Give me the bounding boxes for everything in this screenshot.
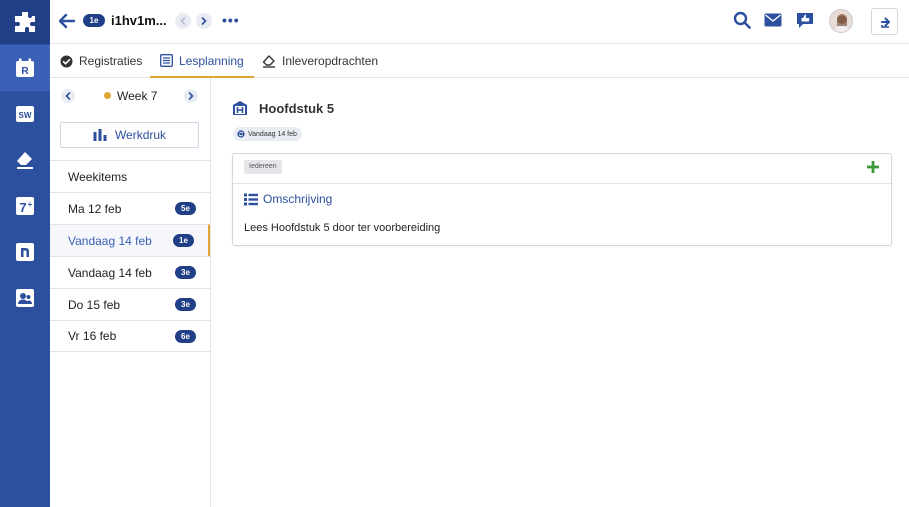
date-pill-label: Vandaag 14 feb [248, 130, 297, 138]
rail-item-studiewijzer[interactable]: SW [0, 91, 50, 137]
list-icon [160, 54, 173, 67]
studiewijzer-icon: SW [16, 106, 34, 122]
homework-h-icon [233, 101, 247, 115]
next-week-button[interactable] [184, 89, 198, 103]
svg-text:SW: SW [19, 111, 32, 120]
rail-item-nieuws[interactable] [0, 229, 50, 275]
add-icon[interactable] [867, 161, 879, 173]
week-label: Week 7 [117, 89, 158, 103]
week-sidebar: Week 7 Werkdruk Weekitems Ma 12 feb 5e V… [50, 78, 211, 507]
class-badge: 1e [173, 234, 194, 247]
current-week-dot [104, 92, 111, 99]
list-item-label: Vandaag 14 feb [68, 265, 152, 280]
werkdruk-button[interactable]: Werkdruk [60, 122, 199, 148]
list-item-label: Do 15 feb [68, 297, 121, 312]
feedback-thumbs-up-icon[interactable] [796, 11, 814, 29]
tab-label: Inleveropdrachten [282, 54, 379, 68]
news-n-icon [16, 243, 34, 261]
bullet-list-icon [244, 193, 258, 205]
main-content: Hoofdstuk 5 Vandaag 14 feb Iedereen Omsc… [212, 78, 909, 507]
tab-lesplanning[interactable]: Lesplanning [150, 45, 254, 78]
date-pill: Vandaag 14 feb [233, 127, 302, 141]
app-rail: R SW 7 + [0, 0, 50, 507]
audience-tag: Iedereen [244, 160, 282, 174]
werkdruk-label: Werkdruk [114, 128, 167, 142]
app-logo[interactable] [0, 0, 50, 44]
class-badge: 6e [175, 330, 196, 343]
class-badge: 5e [175, 202, 196, 215]
students-icon [16, 289, 34, 307]
eraser-icon [17, 152, 33, 169]
tab-bar: Registraties Lesplanning Inleveropdracht… [50, 45, 909, 78]
search-icon[interactable] [733, 11, 751, 29]
day-list: Weekitems Ma 12 feb 5e Vandaag 14 feb 1e… [50, 160, 210, 352]
list-item-label: Vr 16 feb [68, 329, 117, 343]
tab-inleveropdrachten[interactable]: Inleveropdrachten [262, 45, 378, 77]
class-year-badge: 1e [83, 14, 105, 27]
class-badge: 3e [175, 266, 196, 279]
section-label: Omschrijving [263, 192, 333, 206]
svg-text:R: R [21, 66, 29, 77]
list-item-label: Vandaag 14 feb [68, 233, 152, 248]
list-item[interactable]: Vr 16 feb 6e [50, 320, 210, 352]
list-item-label: Ma 12 feb [68, 201, 122, 216]
chevron-right-icon [201, 17, 207, 25]
more-options-button[interactable]: ••• [222, 12, 240, 28]
tab-label: Registraties [79, 54, 143, 68]
list-item-label: Weekitems [68, 169, 128, 184]
rail-item-inleveren[interactable] [0, 137, 50, 183]
switch-arrow-icon [877, 14, 892, 29]
top-bar: 1e i1hv1m... ••• [50, 0, 909, 44]
prev-week-button[interactable] [61, 89, 75, 103]
chevron-left-icon [65, 92, 71, 100]
week-selector: Week 7 [50, 78, 211, 113]
tab-label: Lesplanning [179, 53, 244, 68]
calendar-r-icon: R [16, 58, 34, 77]
logout-button[interactable] [871, 8, 898, 35]
section-header: Omschrijving [244, 192, 332, 206]
sync-icon [237, 130, 245, 138]
back-arrow-icon[interactable] [59, 13, 75, 29]
chevron-right-icon [188, 92, 194, 100]
eraser-icon [262, 54, 275, 68]
tab-registraties[interactable]: Registraties [60, 45, 142, 77]
class-title: i1hv1m... [111, 13, 167, 28]
item-title: Hoofdstuk 5 [259, 101, 335, 116]
chevron-left-icon [180, 17, 186, 25]
card-header: Iedereen [233, 154, 891, 184]
rail-item-leerlingen[interactable] [0, 275, 50, 321]
homework-card: Iedereen Omschrijving Lees Hoofdstuk 5 d… [232, 153, 892, 246]
list-item[interactable]: Vandaag 14 feb 3e [50, 256, 210, 288]
check-circle-icon [60, 55, 73, 67]
grade-seven-plus-icon: 7 + [16, 197, 34, 215]
list-item-weekitems[interactable]: Weekitems [50, 160, 210, 192]
list-item[interactable]: Ma 12 feb 5e [50, 192, 210, 224]
svg-text:7: 7 [19, 200, 26, 215]
list-item-selected[interactable]: Vandaag 14 feb 1e [50, 224, 210, 256]
next-class-button[interactable] [196, 13, 212, 29]
user-photo-icon [830, 10, 852, 32]
prev-class-button[interactable] [175, 13, 191, 29]
svg-text:+: + [28, 200, 33, 209]
class-badge: 3e [175, 298, 196, 311]
rail-item-cijfers[interactable]: 7 + [0, 183, 50, 229]
puzzle-logo-icon [15, 12, 35, 32]
mail-icon[interactable] [764, 13, 782, 27]
rail-item-rooster[interactable]: R [0, 45, 50, 91]
homework-description: Lees Hoofdstuk 5 door ter voorbereiding [244, 222, 441, 234]
user-avatar[interactable] [829, 9, 853, 33]
bar-chart-icon [93, 129, 107, 141]
list-item[interactable]: Do 15 feb 3e [50, 288, 210, 320]
